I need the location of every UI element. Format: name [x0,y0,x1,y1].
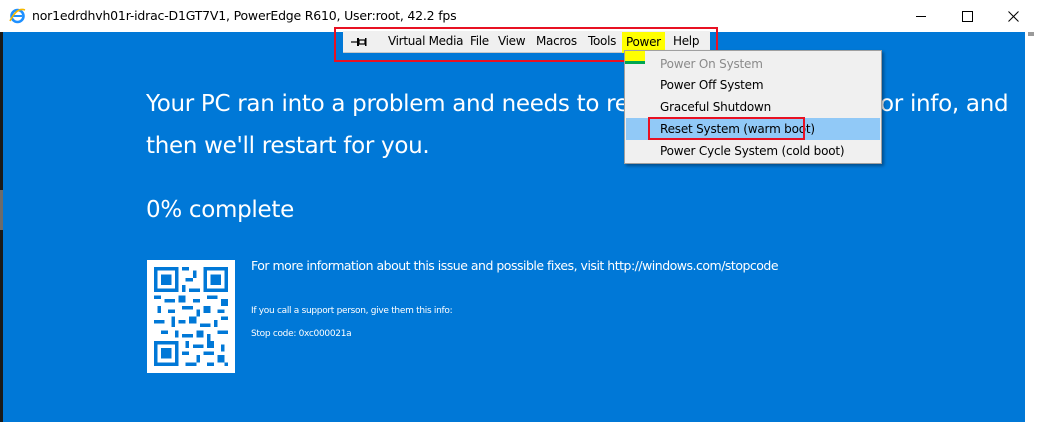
bsod-progress: 0% complete [146,197,294,223]
window-title: nor1edrdhvh01r-idrac-D1GT7V1, PowerEdge … [32,8,457,23]
menu-item-power-off[interactable]: Power Off System [626,74,880,96]
close-icon [1007,10,1019,22]
bsod-support-info: If you call a support person, give them … [251,306,453,316]
bsod-message-line2: then we'll restart for you. [146,133,430,159]
minimize-button[interactable] [898,0,944,32]
window-right-edge [1025,32,1037,422]
bsod-stop-code: Stop code: 0xc000021a [251,329,352,339]
maximize-icon [961,10,973,22]
qr-code [147,260,235,373]
bsod-message-line1-tail: or info, and [880,91,1009,117]
menu-item-power-on: Power On System [660,57,763,71]
close-button[interactable] [990,0,1036,32]
ie-icon [9,7,26,24]
annotation-reset-highlight [648,117,805,140]
menu-item-power-cycle[interactable]: Power Cycle System (cold boot) [626,140,880,162]
menu-item-graceful-shutdown[interactable]: Graceful Shutdown [626,96,880,118]
bsod-more-info: For more information about this issue an… [251,258,779,273]
maximize-button[interactable] [944,0,990,32]
minimize-icon [915,15,926,17]
power-dropdown-menu: Power On System Power Off System Gracefu… [624,50,882,164]
